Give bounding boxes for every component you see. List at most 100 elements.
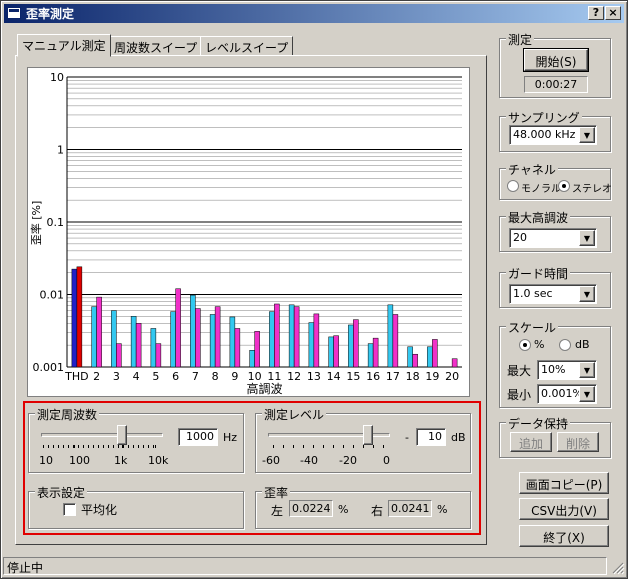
harmonic-chart: 1010.10.010.001THD 2 3 4 5 6 7 8 9 10 11 12 13 14 15 16… (29, 71, 462, 396)
stereo-label: ステレオ (572, 184, 612, 195)
x-tick-label: 12 (287, 370, 301, 383)
bar-left (190, 294, 196, 368)
slider-tick (148, 445, 149, 448)
tab-freq-sweep[interactable]: 周波数スイープ (109, 36, 203, 56)
distortion-left-value: 0.0224 (289, 500, 333, 517)
start-button[interactable]: 開始(S) (523, 48, 589, 72)
slider-tick (373, 445, 374, 448)
chevron-down-icon[interactable]: ▼ (579, 286, 595, 302)
bar-right (432, 339, 438, 368)
average-label: 平均化 (81, 503, 118, 517)
bar-right (254, 331, 260, 368)
bar-right (76, 266, 83, 368)
level-scale-0: 0 (383, 454, 390, 467)
bar-right (372, 337, 379, 368)
maxharm-value: 20 (513, 231, 527, 244)
status-bar: 停止中 (3, 557, 607, 575)
x-tick-label: 2 (93, 370, 100, 383)
maxharm-select[interactable]: 20 ▼ (509, 228, 597, 248)
slider-tick (323, 445, 324, 448)
close-button[interactable]: × (605, 6, 621, 20)
tab-manual[interactable]: マニュアル測定 (17, 34, 111, 57)
scale-db-label: dB (575, 338, 590, 351)
stereo-radio[interactable] (558, 180, 570, 192)
bar-left (269, 311, 275, 368)
channel-label: チャネル (506, 161, 558, 178)
x-tick-label: 17 (386, 370, 400, 383)
display-label: 表示設定 (35, 484, 88, 501)
bar-left (427, 346, 433, 368)
exit-button[interactable]: 終了(X) (519, 525, 609, 547)
slider-tick (293, 445, 294, 448)
chevron-down-icon[interactable]: ▼ (579, 230, 595, 246)
slider-tick (333, 445, 334, 448)
distortion-right-unit: % (437, 503, 448, 516)
chevron-down-icon[interactable]: ▼ (579, 362, 595, 378)
bar-left (367, 343, 374, 368)
distortion-right-label: 右 (371, 504, 384, 518)
bar-left (130, 316, 137, 368)
scale-pct-radio[interactable] (519, 339, 531, 351)
scale-max-select[interactable]: 10% ▼ (537, 360, 597, 380)
level-scale-40: -40 (300, 454, 318, 467)
app-icon (7, 7, 21, 19)
mono-radio[interactable] (507, 180, 519, 192)
guard-select[interactable]: 1.0 sec ▼ (509, 284, 597, 304)
y-tick-label: 1 (57, 144, 64, 157)
scale-max-label: 最大 (507, 364, 532, 378)
distortion-left-unit: % (338, 503, 349, 516)
freq-scale-10: 10 (39, 454, 53, 467)
slider-tick (153, 445, 154, 448)
slider-tick (108, 445, 109, 448)
freq-slider-thumb[interactable] (117, 425, 127, 445)
slider-tick (123, 445, 124, 448)
bar-right (175, 288, 181, 368)
help-button[interactable]: ? (588, 6, 604, 20)
scale-min-label: 最小 (507, 388, 532, 402)
slider-tick (83, 445, 84, 448)
bar-left (308, 322, 315, 368)
bar-right (234, 328, 241, 368)
scale-db-radio[interactable] (559, 339, 571, 351)
bar-right (293, 306, 300, 368)
average-checkbox[interactable] (63, 503, 76, 516)
csv-export-button[interactable]: CSV出力(V) (519, 498, 609, 520)
sampling-select[interactable]: 48.000 kHz ▼ (509, 125, 597, 145)
hold-add-button[interactable]: 追加 (510, 432, 552, 452)
x-tick-label: 3 (113, 370, 120, 383)
freq-unit: Hz (223, 431, 238, 444)
slider-tick (78, 445, 79, 448)
bar-right (96, 296, 102, 368)
resize-grip-icon[interactable] (609, 559, 625, 575)
chevron-down-icon[interactable]: ▼ (579, 127, 595, 143)
hold-delete-button[interactable]: 削除 (557, 432, 599, 452)
bar-right (353, 319, 359, 368)
window-title: 歪率測定 (26, 7, 75, 21)
level-input[interactable]: 10 (416, 428, 446, 446)
bar-right (214, 306, 221, 368)
x-tick-label: 6 (172, 370, 179, 383)
scale-label: スケール (506, 319, 559, 336)
freq-input[interactable]: 1000 (178, 428, 218, 446)
slider-tick (43, 445, 44, 448)
slider-tick (74, 445, 75, 448)
maxharm-label: 最大高調波 (506, 209, 571, 226)
freq-scale-100: 100 (69, 454, 90, 467)
level-slider-thumb[interactable] (363, 425, 373, 445)
bar-left (209, 314, 216, 368)
y-tick-label: 0.1 (47, 216, 65, 229)
screen-copy-button[interactable]: 画面コピー(P) (519, 472, 609, 494)
title-bar[interactable]: 歪率測定 ? × (4, 4, 624, 23)
chevron-down-icon[interactable]: ▼ (579, 386, 595, 402)
slider-tick (138, 445, 139, 448)
bar-right (274, 303, 280, 368)
distortion-window: 歪率測定 ? × マニュアル測定 周波数スイープ レベルスイープ 10 1 0.1 0… (0, 0, 628, 579)
scale-min-value: 0.001% (541, 387, 583, 400)
level-sign: - (405, 431, 409, 444)
freq-slider-track[interactable] (41, 433, 163, 437)
slider-tick (363, 445, 364, 448)
scale-min-select[interactable]: 0.001% ▼ (537, 384, 597, 404)
slider-tick (128, 445, 129, 448)
x-tick-label: 5 (152, 370, 159, 383)
tab-level-sweep[interactable]: レベルスイープ (200, 36, 294, 56)
